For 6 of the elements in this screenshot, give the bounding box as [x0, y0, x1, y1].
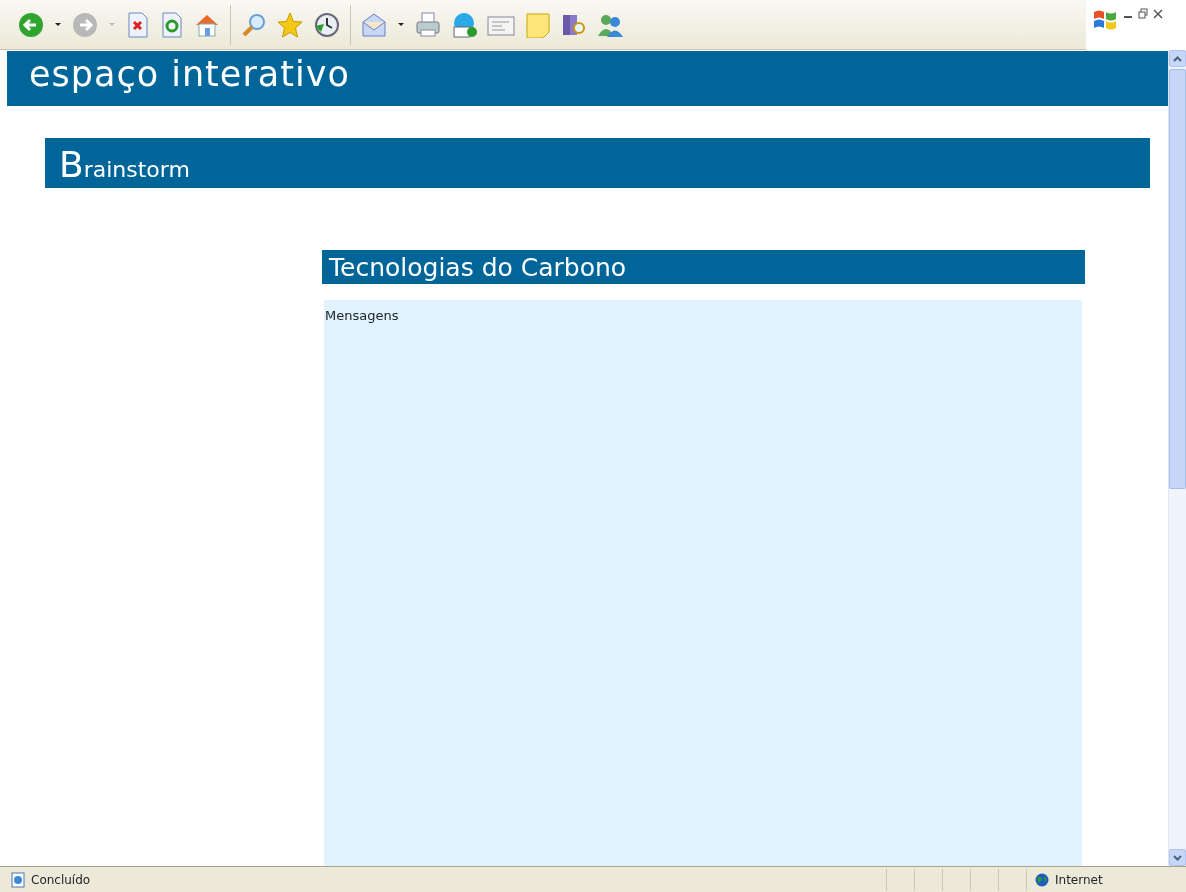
security-zone: Internet — [1055, 871, 1103, 889]
messages-label: Mensagens — [325, 308, 399, 323]
status-message: Concluído — [31, 871, 91, 889]
site-title: espaço interativo — [7, 51, 1168, 106]
topic-title: Tecnologias do Carbono — [322, 250, 1085, 284]
section-title: Brainstorm — [45, 138, 1150, 188]
